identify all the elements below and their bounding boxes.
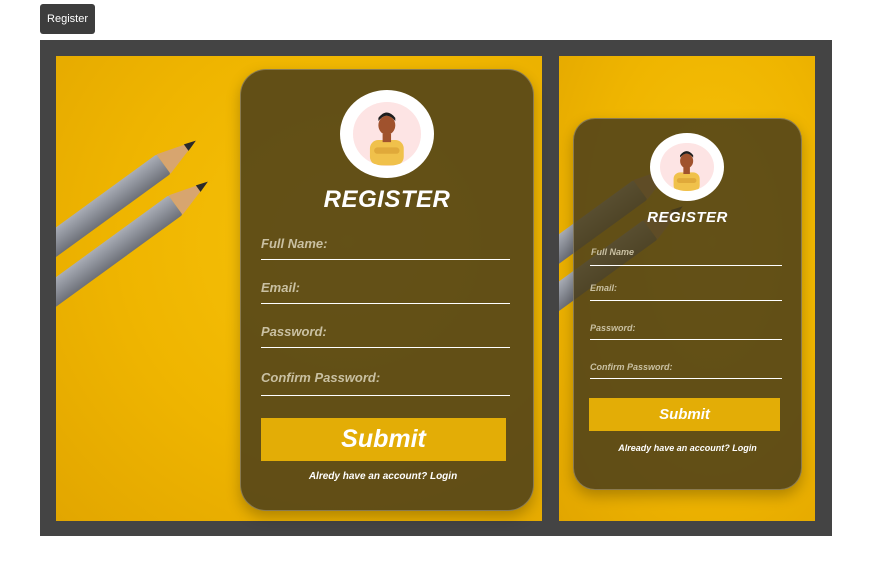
confirm-password-field[interactable] [590,378,782,379]
user-avatar-icon [650,133,724,201]
user-avatar-icon [340,90,434,178]
form-title: REGISTER [323,186,451,213]
confirm-password-label: Confirm Password: [590,362,673,372]
person-illustration-icon [673,150,701,192]
email-label: Email: [590,283,618,293]
form-title: REGISTER [647,209,728,226]
full-name-field[interactable] [590,265,782,266]
password-label: Password: [261,324,327,339]
email-field[interactable] [590,300,782,301]
email-field[interactable] [261,303,510,304]
register-nav-button[interactable]: Register [40,4,95,34]
confirm-password-label: Confirm Password: [261,370,381,385]
submit-button[interactable]: Submit [589,398,780,431]
person-illustration-icon [370,112,404,166]
full-name-label: Full Name: [261,236,328,251]
login-link[interactable]: Alredy have an account? Login [241,471,525,482]
register-card-mobile: REGISTER Full Name Email: Password: Conf… [573,118,802,490]
submit-button[interactable]: Submit [261,418,506,461]
password-label: Password: [590,323,636,333]
full-name-field[interactable] [261,259,510,260]
confirm-password-field[interactable] [261,395,510,396]
register-card: REGISTER Full Name: Email: Password: Con… [240,69,534,511]
email-label: Email: [261,280,301,295]
password-field[interactable] [261,347,510,348]
password-field[interactable] [590,339,782,340]
full-name-label: Full Name [591,247,635,257]
login-link[interactable]: Already have an account? Login [574,443,801,453]
